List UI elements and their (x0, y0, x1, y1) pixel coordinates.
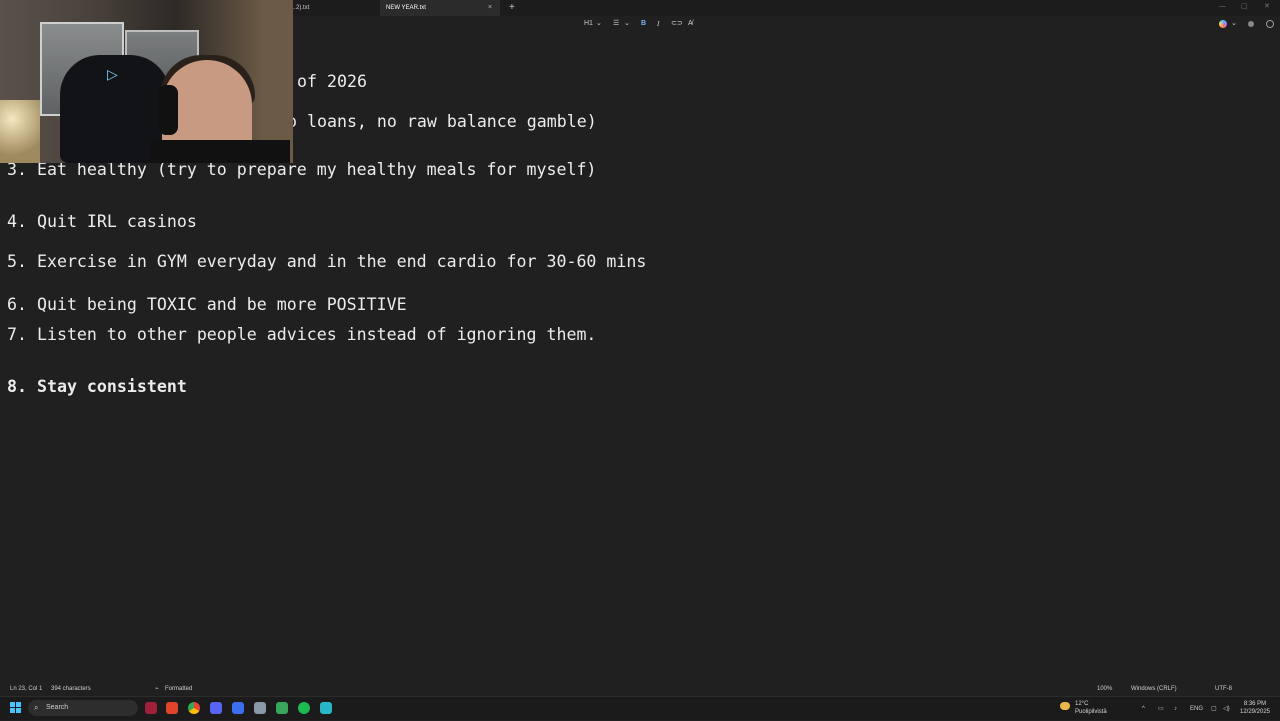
taskbar: ⌕ Search 12°C Puolipilvistä ^ ▭ ♪ ENG ▢ … (0, 696, 1280, 720)
line-ending[interactable]: Windows (CRLF) (1131, 683, 1177, 696)
microphone-icon[interactable]: ♪ (1174, 697, 1177, 721)
app-icon-settings[interactable] (254, 702, 266, 714)
chevron-down-icon[interactable]: ⌄ (1231, 16, 1237, 32)
app-icon-brave[interactable] (166, 702, 178, 714)
clock-date: 12/29/2025 (1239, 709, 1271, 715)
encoding[interactable]: UTF-8 (1215, 683, 1232, 696)
taskbar-search[interactable]: ⌕ Search (28, 700, 138, 716)
tab-new-year[interactable]: NEW YEAR.txt (380, 0, 500, 16)
link-icon[interactable]: ⊂⊃ (671, 16, 683, 32)
status-bar: Ln 23, Col 1 394 characters ⌁ Formatted … (0, 683, 1280, 696)
webcam-overlay: ▷ (0, 0, 293, 163)
app-icon-tool[interactable] (276, 702, 288, 714)
document-line: o loans, no raw balance gamble) (287, 112, 597, 131)
close-window-icon[interactable]: ✕ (1264, 0, 1270, 14)
format-mode[interactable]: Formatted (165, 683, 192, 696)
document-line: 7. Listen to other people advices instea… (7, 325, 597, 344)
document-line: of 2026 (297, 72, 367, 91)
minimize-icon[interactable]: — (1219, 0, 1226, 14)
account-icon[interactable] (1248, 21, 1254, 27)
language-indicator[interactable]: ENG (1190, 697, 1203, 721)
document-line: 4. Quit IRL casinos (7, 212, 197, 231)
cursor-position[interactable]: Ln 23, Col 1 (10, 683, 42, 696)
app-icon-notepad[interactable] (320, 702, 332, 714)
app-icon-spotify[interactable] (298, 702, 310, 714)
chevron-down-icon[interactable]: ⌄ (596, 16, 602, 32)
document-line: 6. Quit being TOXIC and be more POSITIVE (7, 295, 407, 314)
display-icon[interactable]: ▢ (1211, 697, 1217, 721)
clear-formatting-icon[interactable]: A̸ (688, 16, 693, 32)
person-shirt (150, 140, 290, 163)
clock-time: 8:36 PM (1243, 701, 1267, 707)
search-label: Search (46, 704, 69, 711)
italic-button[interactable]: I (657, 16, 659, 32)
weather-icon (1060, 702, 1070, 710)
document-line: 3. Eat healthy (try to prepare my health… (7, 160, 597, 179)
maximize-icon[interactable]: ▢ (1241, 0, 1248, 14)
headset-icon (158, 85, 178, 135)
network-icon[interactable]: ▭ (1158, 697, 1164, 721)
zoom-level[interactable]: 100% (1097, 683, 1112, 696)
character-count: 394 characters (51, 686, 91, 692)
app-icon-media[interactable] (145, 702, 157, 714)
copilot-icon[interactable] (1219, 20, 1227, 28)
document-line: 8. Stay consistent (7, 377, 187, 396)
app-icon-browser[interactable] (232, 702, 244, 714)
gear-icon[interactable] (1266, 20, 1274, 28)
add-tab-button[interactable]: + (509, 0, 515, 16)
weather-temp: 12°C (1075, 701, 1089, 707)
weather-description: Puolipilvistä (1075, 709, 1107, 715)
document-line: 5. Exercise in GYM everyday and in the e… (7, 252, 647, 271)
bold-button[interactable]: B (641, 16, 646, 32)
heading-dropdown[interactable]: H1 (584, 16, 593, 32)
windows-start-icon[interactable] (10, 702, 22, 714)
close-tab-icon[interactable]: × (488, 0, 492, 16)
webcam-lamp (0, 100, 40, 163)
volume-icon[interactable]: ◁) (1223, 697, 1230, 721)
app-icon-chrome[interactable] (188, 702, 200, 714)
list-icon[interactable]: ☰ (613, 16, 619, 32)
clock[interactable]: 8:36 PM 12/29/2025 (1232, 700, 1278, 716)
format-icon: ⌁ (155, 686, 159, 692)
search-icon: ⌕ (34, 703, 39, 712)
tab-previous-file[interactable]: …2).txt (290, 0, 380, 16)
chevron-up-icon[interactable]: ^ (1142, 697, 1145, 721)
chair-logo-icon: ▷ (107, 66, 118, 82)
app-icon-discord[interactable] (210, 702, 222, 714)
chevron-down-icon[interactable]: ⌄ (624, 16, 630, 32)
